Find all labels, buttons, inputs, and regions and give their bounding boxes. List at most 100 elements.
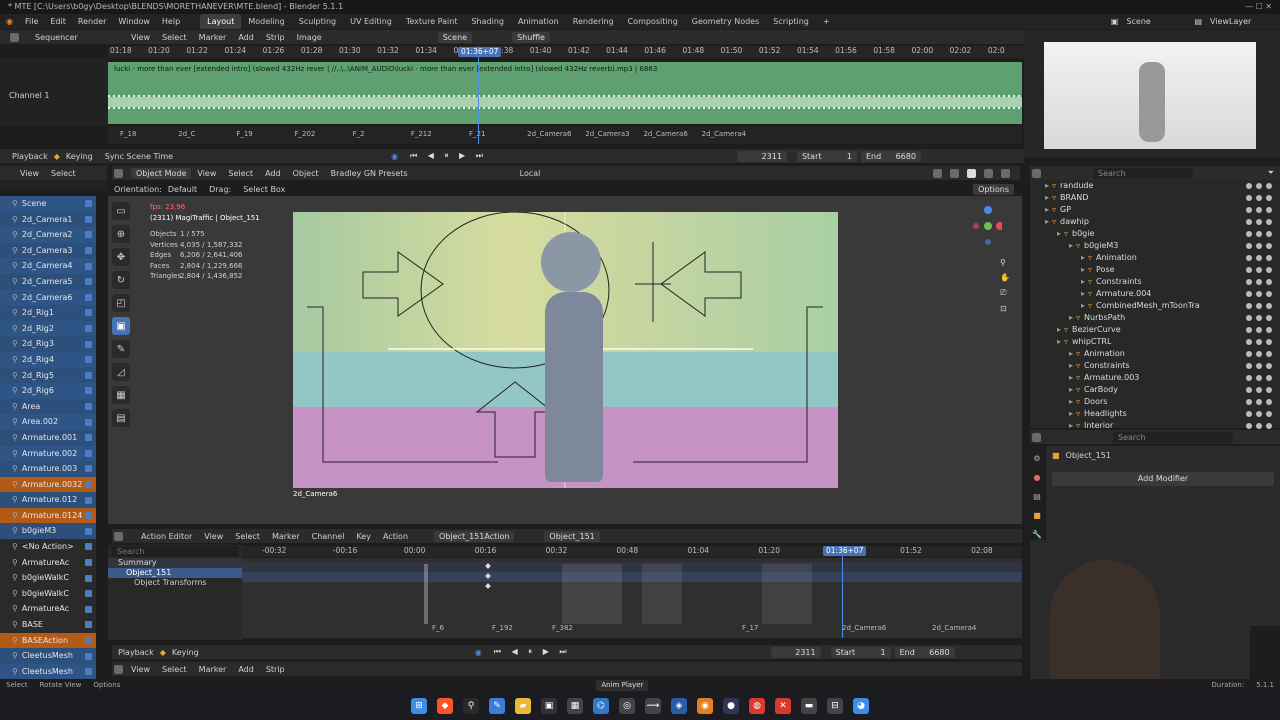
app-icon[interactable]: ⊟ (827, 698, 843, 714)
menu-object[interactable]: Object (287, 169, 325, 178)
editor-type-icon[interactable] (114, 664, 123, 674)
checkbox-icon[interactable] (85, 215, 92, 223)
app-icon[interactable]: ◍ (749, 698, 765, 714)
visibility-toggles[interactable] (1246, 267, 1280, 273)
expand-arrow-icon[interactable]: ▸ (1054, 324, 1064, 336)
sequencer-playhead-label[interactable]: 01:36+07 (458, 47, 502, 57)
menu-strip[interactable]: Strip (260, 33, 291, 42)
timeline-marker[interactable]: F_192 (492, 624, 513, 632)
checkbox-icon[interactable] (85, 247, 92, 255)
solid-shading-icon[interactable] (967, 168, 976, 178)
select-tool-icon[interactable]: ▭ (112, 202, 130, 220)
menu-select[interactable]: Select (45, 169, 82, 178)
brave-browser-icon[interactable]: ◆ (437, 698, 453, 714)
outliner-item[interactable]: ▸ ▿ BRAND (1030, 192, 1280, 204)
chrome-icon[interactable]: ◕ (853, 698, 869, 714)
sound-strip[interactable]: lucki - more than ever [extended intro] … (108, 62, 1022, 124)
transforms-channel[interactable]: Object Transforms (108, 578, 242, 588)
3d-viewport[interactable]: ▭ ⊕ ✥ ↻ ◰ ▣ ✎ ◿ ▦ ▤ fps: 23.96 (2311) Ma… (108, 196, 1022, 524)
menu-marker[interactable]: Marker (193, 665, 233, 674)
outliner-item[interactable]: ▸ ▿ Headlights (1030, 408, 1280, 420)
outliner-item[interactable]: ▸ ▿ Armature.003 (1030, 372, 1280, 384)
app-icon[interactable]: ● (723, 698, 739, 714)
checkbox-icon[interactable] (85, 293, 92, 301)
expand-arrow-icon[interactable]: ▸ (1042, 180, 1052, 192)
visibility-toggles[interactable] (1246, 183, 1280, 189)
file-explorer-icon[interactable]: ▰ (515, 698, 531, 714)
menu-view[interactable]: View (125, 665, 156, 674)
visibility-toggles[interactable] (1246, 291, 1280, 297)
checkbox-icon[interactable] (85, 262, 92, 270)
outliner-item[interactable]: ▸ ▿ Animation (1030, 252, 1280, 264)
checkbox-icon[interactable] (85, 621, 92, 629)
checkbox-icon[interactable] (85, 356, 92, 364)
menu-channel[interactable]: Channel (306, 532, 351, 541)
checkbox-icon[interactable] (85, 200, 92, 208)
checkbox-icon[interactable] (85, 636, 92, 644)
workspace-tab[interactable]: Scripting (766, 14, 816, 29)
keying-menu[interactable]: Keying (166, 648, 205, 657)
checkbox-icon[interactable] (85, 590, 92, 598)
overlay-icon[interactable] (933, 168, 942, 178)
visibility-toggles[interactable] (1246, 231, 1280, 237)
action-playhead[interactable] (842, 546, 843, 638)
scale-tool-icon[interactable]: ◰ (112, 294, 130, 312)
visibility-toggles[interactable] (1246, 411, 1280, 417)
outliner-item[interactable]: ▸ ▿ b0gieM3 (1030, 240, 1280, 252)
transport-controls[interactable]: ⏮ ◀ ⏸ ▶ ⏭ (494, 647, 571, 657)
visibility-toggles[interactable] (1246, 399, 1280, 405)
left-outliner-item[interactable]: ⚲ Scene (0, 196, 96, 212)
checkbox-icon[interactable] (85, 512, 92, 520)
checkbox-icon[interactable] (85, 403, 92, 411)
checkbox-icon[interactable] (85, 574, 92, 582)
expand-arrow-icon[interactable]: ▸ (1042, 192, 1052, 204)
expand-arrow-icon[interactable]: ▸ (1078, 276, 1088, 288)
left-outliner-item[interactable]: ⚲ BASEAction (0, 632, 96, 649)
expand-arrow-icon[interactable]: ▸ (1066, 384, 1076, 396)
timeline-marker[interactable]: 2d_Camera6 (842, 624, 886, 632)
menu-select[interactable]: Select (229, 532, 266, 541)
outliner-item[interactable]: ▸ ▿ BezierCurve (1030, 324, 1280, 336)
terminal-icon[interactable]: ▣ (541, 698, 557, 714)
outliner-item[interactable]: ▸ ▿ Doors (1030, 396, 1280, 408)
playback-menu[interactable]: Playback (6, 152, 54, 161)
transform-orientation[interactable]: Local (514, 169, 547, 178)
left-outliner-item[interactable]: ⚲ ArmatureAc (0, 601, 96, 618)
timeline-marker[interactable]: F_2 (353, 130, 365, 138)
menu-edit[interactable]: Edit (44, 17, 72, 26)
left-outliner-item[interactable]: ⚲ 2d_Rig4 (0, 351, 96, 368)
options-button[interactable]: Options (973, 183, 1014, 195)
channel-search[interactable]: Search (112, 546, 238, 557)
editor-type-icon[interactable] (114, 531, 123, 541)
summary-channel[interactable]: Summary (108, 558, 242, 568)
transport-controls[interactable]: ⏮ ◀ ⏸ ▶ ⏭ (410, 151, 487, 161)
outliner-item[interactable]: ▸ ▿ GP (1030, 204, 1280, 216)
timeline-marker[interactable]: F_202 (294, 130, 315, 138)
render-tab-icon[interactable]: ● (1034, 473, 1041, 482)
menu-window[interactable]: Window (112, 17, 156, 26)
expand-arrow-icon[interactable]: ▸ (1054, 228, 1064, 240)
record-icon[interactable]: ◉ (475, 648, 482, 657)
menu-image[interactable]: Image (291, 33, 328, 42)
blender-logo-icon[interactable]: ◉ (0, 17, 19, 26)
left-outliner-item[interactable]: ⚲ Armature.0032 (0, 476, 96, 493)
checkbox-icon[interactable] (85, 371, 92, 379)
object-channel[interactable]: Object_151 (108, 568, 242, 578)
menu-marker[interactable]: Marker (193, 33, 233, 42)
left-outliner-item[interactable]: ⚲ 2d_Camera2 (0, 227, 96, 243)
outliner-item[interactable]: ▸ ▿ randude (1030, 180, 1280, 192)
zoom-icon[interactable]: ⚲ (1000, 258, 1010, 267)
visibility-toggles[interactable] (1246, 219, 1280, 225)
lock-icon[interactable]: ⊡ (1000, 304, 1010, 313)
left-outliner-item[interactable]: ⚲ Armature.001 (0, 429, 96, 446)
app-icon[interactable]: ◎ (619, 698, 635, 714)
scene-name[interactable]: Scene (1126, 17, 1186, 26)
left-outliner-item[interactable]: ⚲ Armature.012 (0, 492, 96, 508)
expand-arrow-icon[interactable]: ▸ (1066, 312, 1076, 324)
checkbox-icon[interactable] (85, 418, 92, 426)
anim-player-popup[interactable]: Anim Player (596, 679, 649, 691)
menu-strip[interactable]: Strip (260, 665, 291, 674)
menu-add[interactable]: Add (232, 33, 260, 42)
keyframe-area[interactable]: F_6 F_192 F_382 F_17 2d_Camera6 2d_Camera4 (242, 558, 1022, 638)
expand-arrow-icon[interactable]: ▸ (1066, 396, 1076, 408)
